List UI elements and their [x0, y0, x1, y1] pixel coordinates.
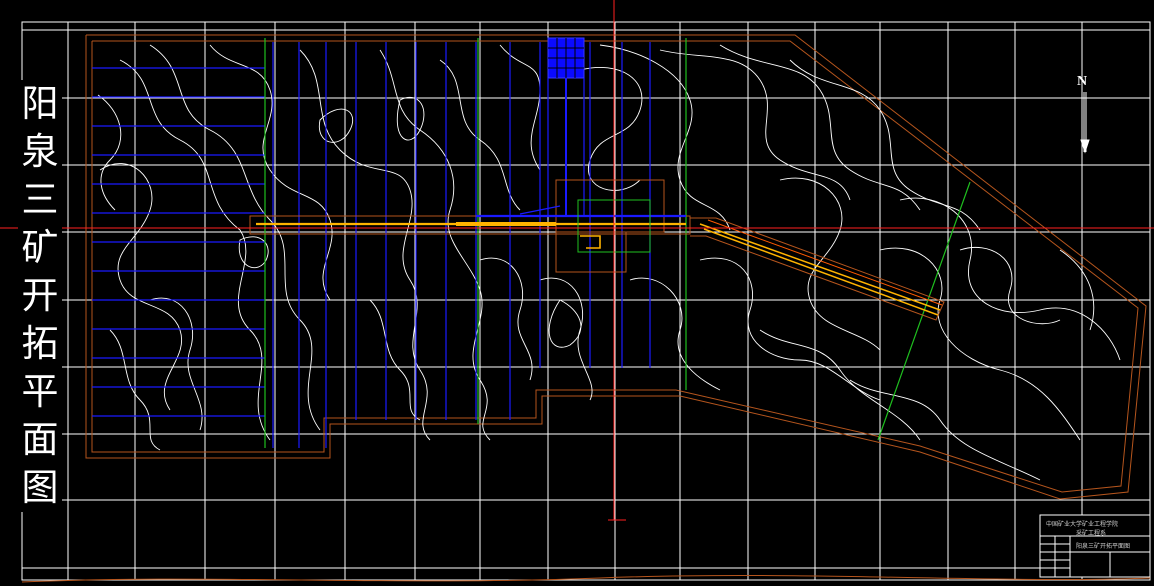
title-block-department: 采矿工程系 — [1076, 530, 1107, 537]
blue-roadway — [476, 205, 686, 218]
title-block-drawing-name: 阳泉三矿开拓平面图 — [1076, 543, 1131, 550]
fault-lines — [264, 38, 971, 448]
title-block-institution: 中国矿业大学矿业工程学院 — [1046, 521, 1119, 528]
panel-lines-vertical — [272, 42, 651, 448]
shaft-area-block — [547, 37, 585, 215]
drawing-title: 阳泉三矿开拓平面图 — [18, 80, 62, 512]
mine-boundary — [85, 34, 1147, 500]
contour-lines — [97, 44, 1121, 481]
coordinate-grid — [22, 22, 1150, 580]
north-label: N — [1077, 74, 1088, 89]
main-roadway-outline — [249, 179, 945, 321]
bottom-curve — [21, 574, 1151, 583]
mine-plan-drawing — [0, 0, 1154, 583]
drawing-frame — [21, 21, 1151, 581]
